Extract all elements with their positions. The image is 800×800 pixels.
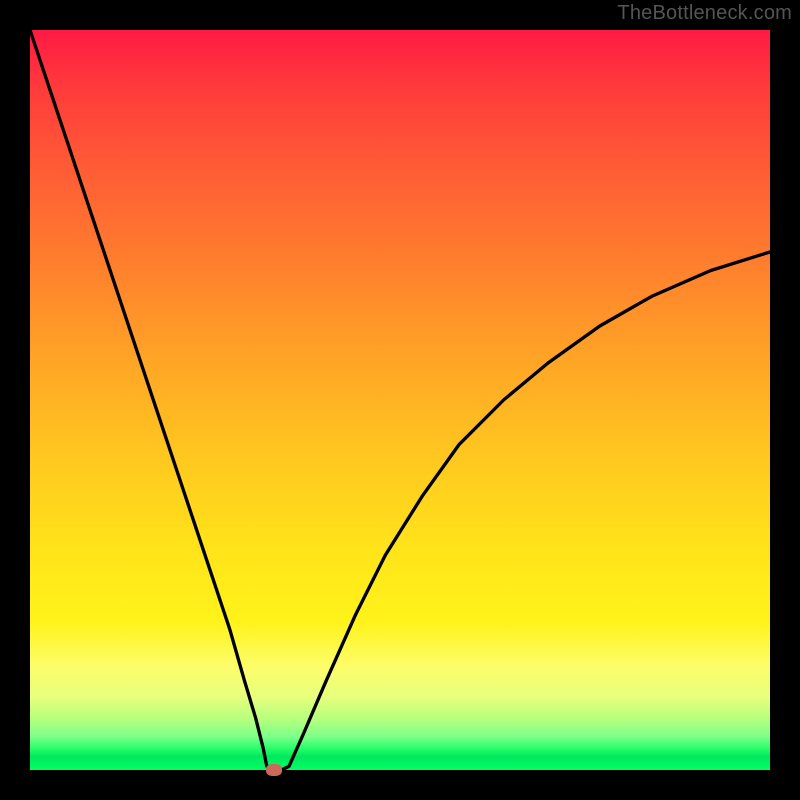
chart-frame: TheBottleneck.com — [0, 0, 800, 800]
optimal-point-marker — [266, 764, 282, 776]
watermark-label: TheBottleneck.com — [617, 2, 792, 25]
plot-area — [30, 30, 770, 770]
curve-path — [30, 30, 770, 770]
bottleneck-curve — [30, 30, 770, 770]
